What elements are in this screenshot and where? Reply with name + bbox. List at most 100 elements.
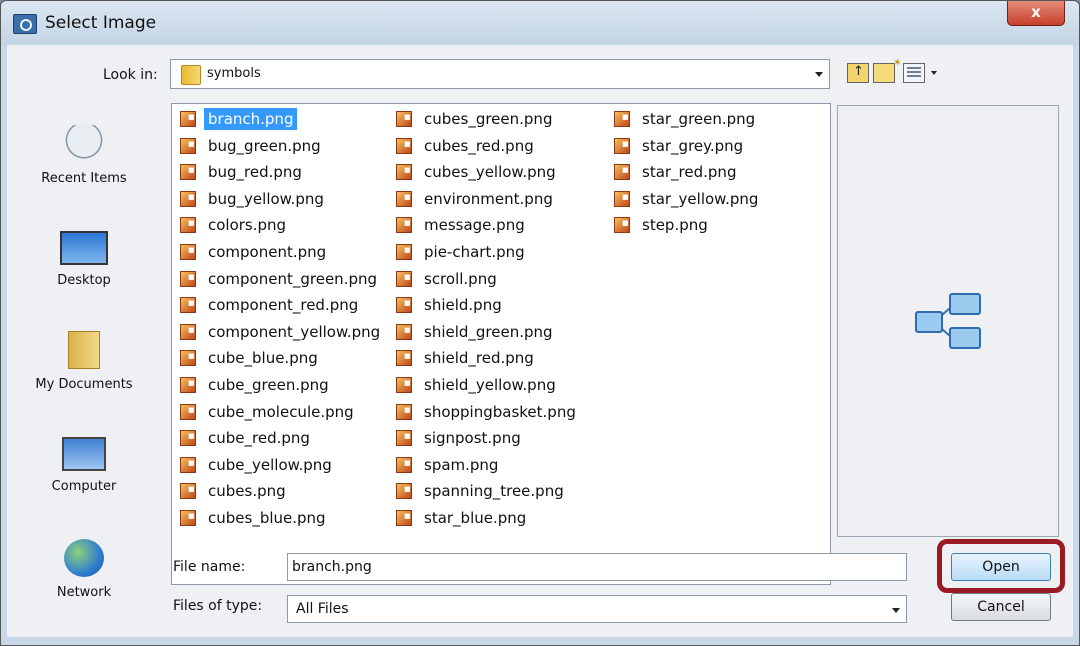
- title-bar[interactable]: Select Image x: [1, 1, 1079, 45]
- png-file-icon: [180, 270, 196, 287]
- cancel-button[interactable]: Cancel: [951, 593, 1051, 621]
- png-file-icon: [180, 377, 196, 393]
- view-menu-icon[interactable]: [903, 63, 925, 83]
- file-type-dropdown[interactable]: All Files: [287, 595, 907, 623]
- branch-preview-icon: [915, 293, 981, 349]
- png-file-icon: [180, 350, 196, 367]
- up-one-level-icon[interactable]: [847, 63, 869, 83]
- png-file-icon: [396, 190, 412, 207]
- png-file-icon: [396, 111, 412, 127]
- file-item-label: step.png: [642, 216, 708, 235]
- png-file-icon: [396, 217, 412, 234]
- file-item-label: shield_green.png: [424, 322, 553, 341]
- file-item-label: cube_yellow.png: [208, 455, 332, 474]
- png-file-icon: [396, 377, 412, 393]
- file-item-label: bug_red.png: [208, 163, 302, 182]
- png-file-icon: [180, 510, 196, 526]
- file-item-label: message.png: [424, 216, 525, 235]
- file-item-label: cube_blue.png: [208, 349, 318, 368]
- dialog-title: Select Image: [45, 13, 157, 33]
- place-computer[interactable]: Computer: [11, 437, 157, 494]
- chevron-down-icon[interactable]: [892, 608, 900, 613]
- png-file-icon: [180, 164, 196, 181]
- file-item-label: component.png: [208, 243, 327, 261]
- file-item-label: cube_molecule.png: [208, 402, 354, 421]
- place-label: My Documents: [35, 377, 133, 392]
- png-file-icon: [180, 244, 196, 260]
- place-recent-items[interactable]: Recent Items: [11, 125, 157, 186]
- png-file-icon: [180, 111, 196, 127]
- file-item-label: star_green.png: [642, 110, 756, 128]
- file-item-label: scroll.png: [424, 269, 497, 288]
- look-in-label: Look in:: [103, 67, 158, 83]
- dialog-body: Look in: symbols Recent Items Desktop My…: [7, 45, 1073, 637]
- png-file-icon: [396, 403, 412, 420]
- new-folder-icon[interactable]: [873, 56, 902, 83]
- file-item-label: shield.png: [424, 296, 502, 315]
- png-file-icon: [180, 483, 196, 500]
- place-label: Desktop: [57, 273, 111, 288]
- file-item-label: bug_green.png: [208, 136, 321, 155]
- folder-icon: [181, 65, 201, 85]
- png-file-icon: [396, 270, 412, 287]
- my-documents-icon: [68, 331, 100, 369]
- place-label: Computer: [51, 479, 117, 494]
- file-item-label: component_yellow.png: [208, 322, 381, 341]
- file-type-label: Files of type:: [173, 598, 263, 614]
- png-file-icon: [180, 403, 196, 420]
- png-file-icon: [396, 510, 412, 526]
- png-file-icon: [180, 323, 196, 340]
- png-file-icon: [396, 164, 412, 181]
- png-file-icon: [180, 297, 196, 314]
- file-item-label: environment.png: [424, 189, 553, 208]
- png-file-icon: [396, 323, 412, 340]
- chevron-down-icon[interactable]: [815, 72, 823, 77]
- file-item-label: component_green.png: [208, 269, 377, 288]
- file-item-label: cubes.png: [208, 482, 286, 501]
- file-item-label: pie-chart.png: [424, 243, 525, 261]
- file-item-label: component_red.png: [208, 296, 359, 315]
- file-name-label: File name:: [173, 559, 246, 575]
- file-item-label: cubes_blue.png: [208, 509, 326, 527]
- file-item-label: spam.png: [424, 455, 499, 474]
- computer-icon: [62, 437, 106, 471]
- place-desktop[interactable]: Desktop: [11, 231, 157, 288]
- file-item-label: star_grey.png: [642, 136, 744, 155]
- png-file-icon: [180, 190, 196, 207]
- network-icon: [64, 539, 104, 577]
- file-list[interactable]: branch.png bug_green.png bug_red.png bug_ye…: [171, 103, 831, 585]
- file-item-label: spanning_tree.png: [424, 482, 564, 501]
- place-label: Recent Items: [41, 171, 127, 186]
- desktop-icon: [60, 231, 108, 265]
- png-file-icon: [180, 430, 196, 447]
- places-bar: Recent Items Desktop My Documents Comput…: [11, 103, 157, 623]
- image-preview: [837, 105, 1059, 537]
- file-item-label: shield_yellow.png: [424, 376, 556, 394]
- place-label: Network: [56, 585, 112, 600]
- png-file-icon: [614, 111, 630, 127]
- png-file-icon: [396, 297, 412, 314]
- file-item-label: shield_red.png: [424, 349, 534, 368]
- place-network[interactable]: Network: [11, 539, 157, 600]
- file-item-label: shoppingbasket.png: [424, 402, 576, 421]
- look-in-dropdown[interactable]: symbols: [170, 59, 830, 89]
- png-file-icon: [180, 217, 196, 234]
- file-item-label: star_red.png: [642, 163, 737, 182]
- file-item-label: cubes_green.png: [424, 110, 553, 128]
- png-file-icon: [614, 217, 630, 234]
- view-dropdown-arrow-icon[interactable]: [931, 71, 937, 75]
- file-item-label: cube_red.png: [208, 429, 310, 448]
- png-file-icon: [614, 164, 630, 181]
- png-file-icon: [396, 244, 412, 260]
- file-item-label: star_blue.png: [424, 509, 527, 527]
- close-button[interactable]: x: [1007, 1, 1065, 26]
- png-file-icon: [396, 137, 412, 154]
- file-name-input[interactable]: [287, 553, 907, 581]
- place-my-documents[interactable]: My Documents: [11, 331, 157, 392]
- file-item-label: star_yellow.png: [642, 189, 759, 208]
- file-item-label: bug_yellow.png: [208, 189, 324, 208]
- png-file-icon: [180, 456, 196, 473]
- png-file-icon: [396, 456, 412, 473]
- png-file-icon: [614, 190, 630, 207]
- png-file-icon: [180, 137, 196, 154]
